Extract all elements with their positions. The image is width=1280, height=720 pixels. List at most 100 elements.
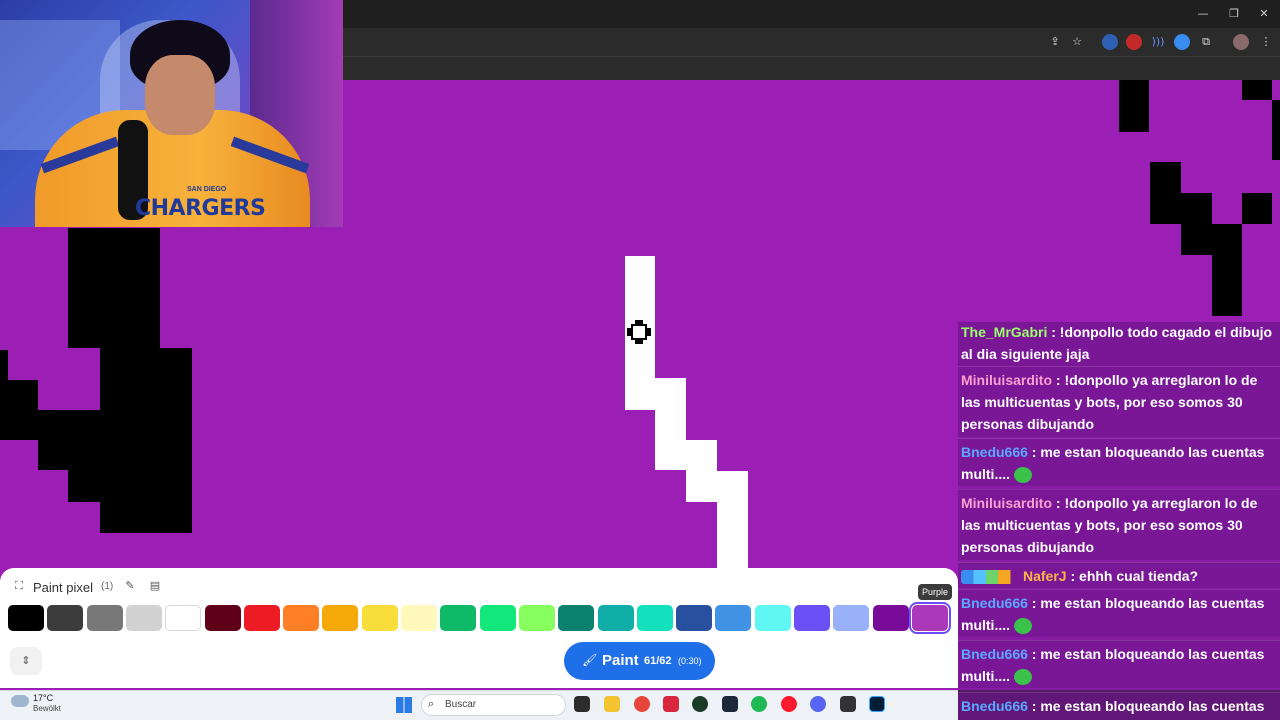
extension-icon-4[interactable]: [1174, 34, 1190, 50]
emote-icon: [1014, 467, 1032, 484]
color-swatch-light-gray[interactable]: [125, 605, 162, 631]
bookmark-star-icon[interactable]: ☆: [1069, 34, 1085, 50]
canvas-pixel-block: [0, 350, 8, 440]
canvas-pixel-block: [1242, 80, 1272, 100]
canvas-pixel-block: [38, 410, 100, 470]
chat-username: Miniluisardito: [961, 372, 1052, 388]
chat-message: Bnedu666 : me estan bloqueando las cuent…: [958, 692, 1280, 720]
badge-icons: [961, 570, 1023, 585]
color-swatch-black[interactable]: [8, 605, 44, 631]
taskbar-search-input[interactable]: [421, 694, 566, 716]
discord-icon[interactable]: [810, 696, 826, 712]
chat-text: : me estan bloqueando las cuentas: [1027, 698, 1265, 714]
panel-count: (1): [101, 581, 114, 592]
steam-icon[interactable]: [722, 696, 738, 712]
app-icon-dark[interactable]: [840, 696, 856, 712]
photoshop-icon[interactable]: [869, 696, 885, 712]
color-swatch-indigo[interactable]: [794, 605, 830, 631]
color-swatch-purple[interactable]: [908, 602, 951, 634]
extension-icon-1[interactable]: [1102, 34, 1118, 50]
opera-icon[interactable]: [781, 696, 797, 712]
taskbar-search-placeholder: Buscar: [445, 699, 477, 710]
color-tooltip: Purple: [918, 584, 953, 600]
chat-message: The_MrGabri : !donpollo todo cagado el d…: [958, 322, 1280, 366]
canvas-pixel-block: [686, 440, 717, 502]
minimize-button[interactable]: —: [1188, 4, 1218, 24]
canvas-pixel-block: [1119, 80, 1149, 132]
windows-start-icon[interactable]: [396, 697, 412, 713]
paint-cooldown: (0:30): [678, 656, 702, 666]
paint-button-label: Paint: [602, 652, 639, 669]
extension-icon-2[interactable]: [1126, 34, 1142, 50]
emote-icon: [1014, 618, 1032, 635]
color-swatch-dark-gray[interactable]: [47, 605, 84, 631]
canvas-pixel-block: [717, 471, 748, 571]
chrome-icon[interactable]: [634, 696, 650, 712]
close-button[interactable]: ✕: [1249, 4, 1279, 24]
color-swatch-light-yellow[interactable]: [401, 605, 437, 631]
color-swatch-red[interactable]: [243, 605, 280, 631]
color-swatch-yellow[interactable]: [361, 605, 398, 631]
chat-message: Miniluisardito : !donpollo ya arreglaron…: [958, 366, 1280, 437]
extension-icon-3[interactable]: ))): [1150, 34, 1166, 50]
paint-button[interactable]: 🖌 Paint 61/62 (0:30): [564, 642, 715, 680]
chat-message: NaferJ : ehhh cual tienda?: [958, 562, 1280, 588]
chat-message: Bnedu666 : me estan bloqueando las cuent…: [958, 589, 1280, 637]
color-swatch-orange[interactable]: [283, 605, 320, 631]
color-swatch-light-green[interactable]: [518, 605, 555, 631]
chat-overlay: The_MrGabri : !donpollo todo cagado el d…: [958, 322, 1280, 720]
color-swatch-gold[interactable]: [322, 605, 359, 631]
color-swatch-dark-teal[interactable]: [558, 605, 595, 631]
eyedropper-icon[interactable]: ✎: [123, 579, 137, 593]
install-app-icon[interactable]: ⇪: [1047, 34, 1063, 50]
chat-username: Bnedu666: [961, 698, 1028, 714]
color-swatch-dark-green[interactable]: [440, 605, 477, 631]
chat-username: Bnedu666: [961, 646, 1028, 662]
canvas-pixel-block: [68, 228, 160, 348]
color-swatch-white[interactable]: [165, 605, 202, 631]
search-icon: ⌕: [428, 697, 435, 710]
puzzle-extensions-icon[interactable]: ⧉: [1198, 34, 1214, 50]
chat-text: : ehhh cual tienda?: [1066, 568, 1199, 584]
weather-temperature[interactable]: 17°C: [33, 693, 53, 703]
canvas-pixel-block: [100, 348, 192, 533]
restore-button[interactable]: ❐: [1219, 4, 1249, 24]
keyboard-icon[interactable]: ▤: [148, 579, 162, 593]
shirt-text: CHARGERS: [135, 196, 266, 221]
expand-icon[interactable]: ⛶: [12, 579, 26, 593]
chat-username: Miniluisardito: [961, 495, 1052, 511]
file-explorer-icon[interactable]: [604, 696, 620, 712]
color-swatch-dark-blue[interactable]: [676, 605, 713, 631]
color-swatch-blue[interactable]: [715, 605, 752, 631]
color-swatch-green[interactable]: [479, 605, 516, 631]
color-swatch-deep-red[interactable]: [204, 605, 241, 631]
spotify-icon[interactable]: [751, 696, 767, 712]
weather-description[interactable]: Bewölkt: [33, 704, 61, 713]
profile-avatar[interactable]: [1233, 34, 1249, 50]
task-view-icon[interactable]: [574, 696, 590, 712]
emote-icon: [1014, 669, 1032, 686]
screen: — ❐ ✕ ⇪ ☆ ))) ⧉ ⋮ SAN DIEGO CHARGERS ⛶ P…: [0, 0, 1280, 720]
xbox-icon[interactable]: [692, 696, 708, 712]
chat-username: Bnedu666: [961, 444, 1028, 460]
chat-username: NaferJ: [1023, 568, 1067, 584]
color-swatch-gray[interactable]: [86, 605, 123, 631]
cloud-icon[interactable]: [11, 695, 29, 707]
toggle-panel-button[interactable]: ⇕: [10, 647, 42, 675]
canvas-pixel-block: [1212, 224, 1242, 316]
canvas-pixel-block: [1242, 193, 1272, 224]
canvas-pixel-block: [1181, 193, 1212, 255]
color-swatch-cyan[interactable]: [754, 605, 791, 631]
color-swatch-dark-purple[interactable]: [872, 605, 909, 631]
color-swatch-teal[interactable]: [597, 605, 634, 631]
chat-username: Bnedu666: [961, 595, 1028, 611]
menu-kebab-icon[interactable]: ⋮: [1258, 34, 1274, 50]
canvas-pixel-block: [1150, 162, 1181, 224]
canvas-pixel-block: [68, 470, 100, 502]
app-icon-red[interactable]: [663, 696, 679, 712]
chat-username: The_MrGabri: [961, 324, 1048, 340]
canvas-pixel-block: [655, 378, 686, 470]
color-swatch-light-indigo[interactable]: [833, 605, 870, 631]
color-swatch-light-teal[interactable]: [636, 605, 673, 631]
pixel-selection-cursor[interactable]: [627, 320, 651, 344]
